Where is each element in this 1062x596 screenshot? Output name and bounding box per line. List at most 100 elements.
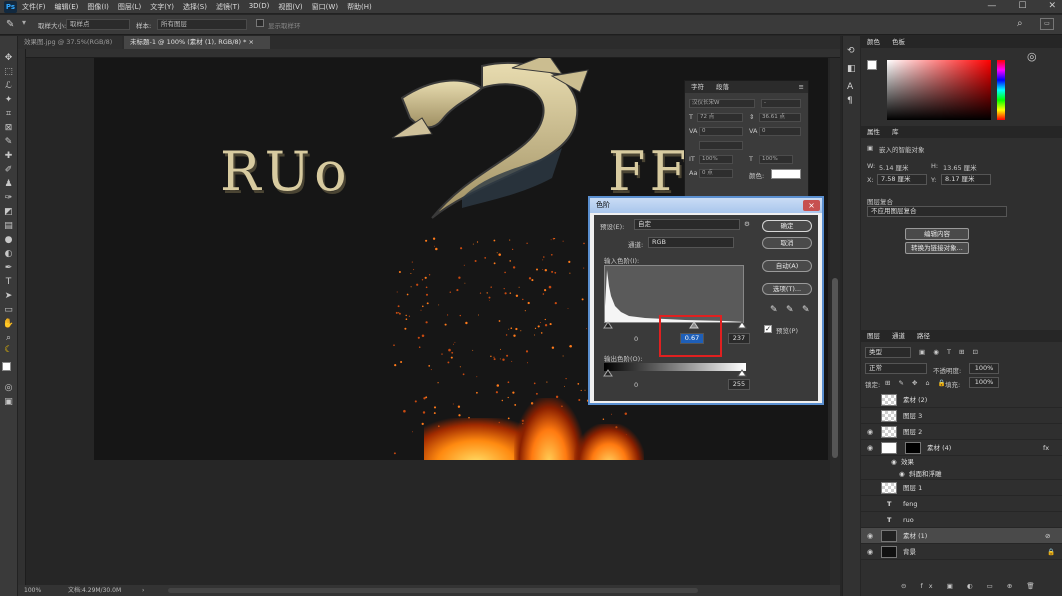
search-icon[interactable]: ⌕ [1017, 18, 1023, 29]
tracking-field[interactable]: 0 [759, 127, 801, 136]
leading-field[interactable]: 36.61 点 [759, 113, 801, 122]
effect-row[interactable]: ◉ 斜面和浮雕 [861, 468, 1062, 480]
blend-mode-select[interactable]: 正常 [865, 363, 927, 374]
tab-layers[interactable]: 图层 [861, 332, 886, 340]
layer-row[interactable]: 图层 3 [861, 408, 1062, 424]
eye-icon[interactable]: ◉ [899, 468, 905, 480]
workspace-icon[interactable]: ▭ [1040, 18, 1054, 30]
edit-contents-button[interactable]: 编辑内容 [905, 228, 969, 240]
zoom-tool-icon[interactable]: ⌕ [2, 332, 15, 344]
cancel-button[interactable]: 取消 [762, 237, 812, 249]
preset-select[interactable]: 自定 [634, 219, 740, 230]
kerning-field[interactable]: 0 [699, 127, 743, 136]
crop-tool-icon[interactable]: ⌗ [2, 108, 15, 120]
x-field[interactable]: 7.58 厘米 [877, 174, 927, 185]
convert-linked-button[interactable]: 转换为链接对象... [905, 242, 969, 254]
eraser-tool-icon[interactable]: ◩ [2, 206, 15, 218]
zoom-level[interactable]: 100% [24, 585, 41, 596]
font-family-select[interactable]: 汉仪长宋W [689, 99, 755, 108]
fx-badge[interactable]: fx [1043, 440, 1049, 456]
blur-tool-icon[interactable]: ● [2, 234, 15, 246]
clone-stamp-icon[interactable]: ♟ [2, 178, 15, 190]
menu-item[interactable]: 帮助(H) [347, 2, 372, 12]
maximize-icon[interactable]: ☐ [1018, 1, 1026, 11]
tab-paths[interactable]: 路径 [911, 332, 936, 340]
menu-item[interactable]: 选择(S) [183, 2, 207, 12]
preview-checkbox[interactable]: ✓ [764, 325, 772, 333]
layer-comp-select[interactable]: 不应用图层复合 [867, 206, 1007, 217]
horizontal-scrollbar[interactable] [168, 588, 698, 593]
menu-item[interactable]: 窗口(W) [312, 2, 338, 12]
eye-icon[interactable]: ◉ [867, 440, 873, 456]
tsume-field[interactable] [699, 141, 743, 150]
type-tool-icon[interactable]: T [2, 276, 15, 288]
layer-row[interactable]: T feng [861, 496, 1062, 512]
color-wheel-icon[interactable]: ◎ [1027, 50, 1037, 63]
brush-tool-icon[interactable]: ✐ [2, 164, 15, 176]
ok-button[interactable]: 确定 [762, 220, 812, 232]
gray-eyedropper-icon[interactable]: ✎ [786, 305, 794, 315]
quick-mask-icon[interactable]: ◎ [2, 382, 15, 394]
character-icon[interactable]: A [847, 82, 853, 92]
lock-icons[interactable]: ⊞ ✎ ✥ ⌂ 🔒 [885, 379, 949, 387]
baseline-field[interactable]: 0 点 [699, 169, 733, 178]
hue-slider[interactable] [997, 60, 1005, 120]
scroll-thumb[interactable] [832, 278, 838, 458]
minimize-icon[interactable]: — [987, 1, 996, 11]
menu-item[interactable]: 滤镜(T) [216, 2, 240, 12]
tab-effect-image[interactable]: 效果图.jpg @ 37.5%(RGB/8) × [18, 36, 122, 59]
layer-row[interactable]: T ruo [861, 512, 1062, 528]
healing-brush-icon[interactable]: ✚ [2, 150, 15, 162]
chevron-down-icon[interactable]: ▾ [22, 18, 26, 27]
filter-icons[interactable]: ▣ ◉ T ⊞ ⊡ [919, 348, 981, 356]
h-value[interactable]: 13.65 厘米 [943, 162, 977, 172]
layer-row[interactable]: ◉ 背景 🔒 [861, 544, 1062, 560]
layer-footer-icons[interactable]: ⊝ fx ▣ ◐ ▭ ⊕ 🗑 [901, 582, 1041, 590]
hand-tool-icon[interactable]: ✋ [2, 318, 15, 330]
menu-item[interactable]: 文字(Y) [150, 2, 174, 12]
text-color-swatch[interactable] [771, 169, 801, 179]
opacity-field[interactable]: 100% [969, 363, 999, 374]
layer-row-selected[interactable]: ◉ 素材 (1) ⊘ [861, 528, 1062, 544]
color-field[interactable] [887, 60, 991, 120]
link-icon[interactable]: ⊘ [1045, 528, 1050, 544]
close-icon[interactable]: × [248, 38, 253, 46]
tab-libraries[interactable]: 库 [886, 128, 905, 136]
close-icon[interactable]: ✕ [1048, 1, 1056, 11]
black-eyedropper-icon[interactable]: ✎ [770, 305, 778, 315]
history-icon[interactable]: ⟲ [847, 46, 855, 56]
white-eyedropper-icon[interactable]: ✎ [802, 305, 810, 315]
layer-row[interactable]: ◉ 图层 2 [861, 424, 1062, 440]
sample-select[interactable]: 所有图层 [157, 19, 247, 30]
auto-button[interactable]: 自动(A) [762, 260, 812, 272]
options-button[interactable]: 选项(T)... [762, 283, 812, 295]
show-ring-checkbox[interactable] [256, 19, 264, 27]
marquee-tool-icon[interactable]: ⬚ [2, 66, 15, 78]
channel-select[interactable]: RGB [648, 237, 734, 248]
menu-item[interactable]: 文件(F) [22, 2, 46, 12]
eye-icon[interactable]: ◉ [891, 456, 897, 468]
vertical-scale-field[interactable]: 100% [699, 155, 733, 164]
fill-field[interactable]: 100% [969, 377, 999, 388]
output-white-field[interactable]: 255 [728, 379, 750, 390]
vertical-scrollbar[interactable] [830, 58, 840, 585]
menu-item[interactable]: 图像(I) [87, 2, 109, 12]
tab-swatches[interactable]: 色板 [886, 38, 911, 46]
font-size-field[interactable]: 72 点 [697, 113, 743, 122]
properties-icon[interactable]: ◧ [847, 64, 856, 74]
eye-icon[interactable]: ◉ [867, 528, 873, 544]
menu-item[interactable]: 视图(V) [278, 2, 302, 12]
path-select-icon[interactable]: ➤ [2, 290, 15, 302]
pen-tool-icon[interactable]: ✒ [2, 262, 15, 274]
eye-icon[interactable]: ◉ [867, 544, 873, 560]
layer-row[interactable]: 图层 1 [861, 480, 1062, 496]
effects-row[interactable]: ◉ 效果 [861, 456, 1062, 468]
tab-color[interactable]: 颜色 [861, 38, 886, 46]
eyedropper-tool-icon[interactable]: ✎ [6, 19, 14, 30]
w-value[interactable]: 5.14 厘米 [879, 162, 909, 172]
menu-item[interactable]: 3D(D) [249, 2, 270, 12]
dialog-close-button[interactable]: × [803, 200, 820, 211]
history-brush-icon[interactable]: ✑ [2, 192, 15, 204]
horizontal-scale-field[interactable]: 100% [759, 155, 793, 164]
gear-icon[interactable]: ⚙ [744, 220, 750, 228]
